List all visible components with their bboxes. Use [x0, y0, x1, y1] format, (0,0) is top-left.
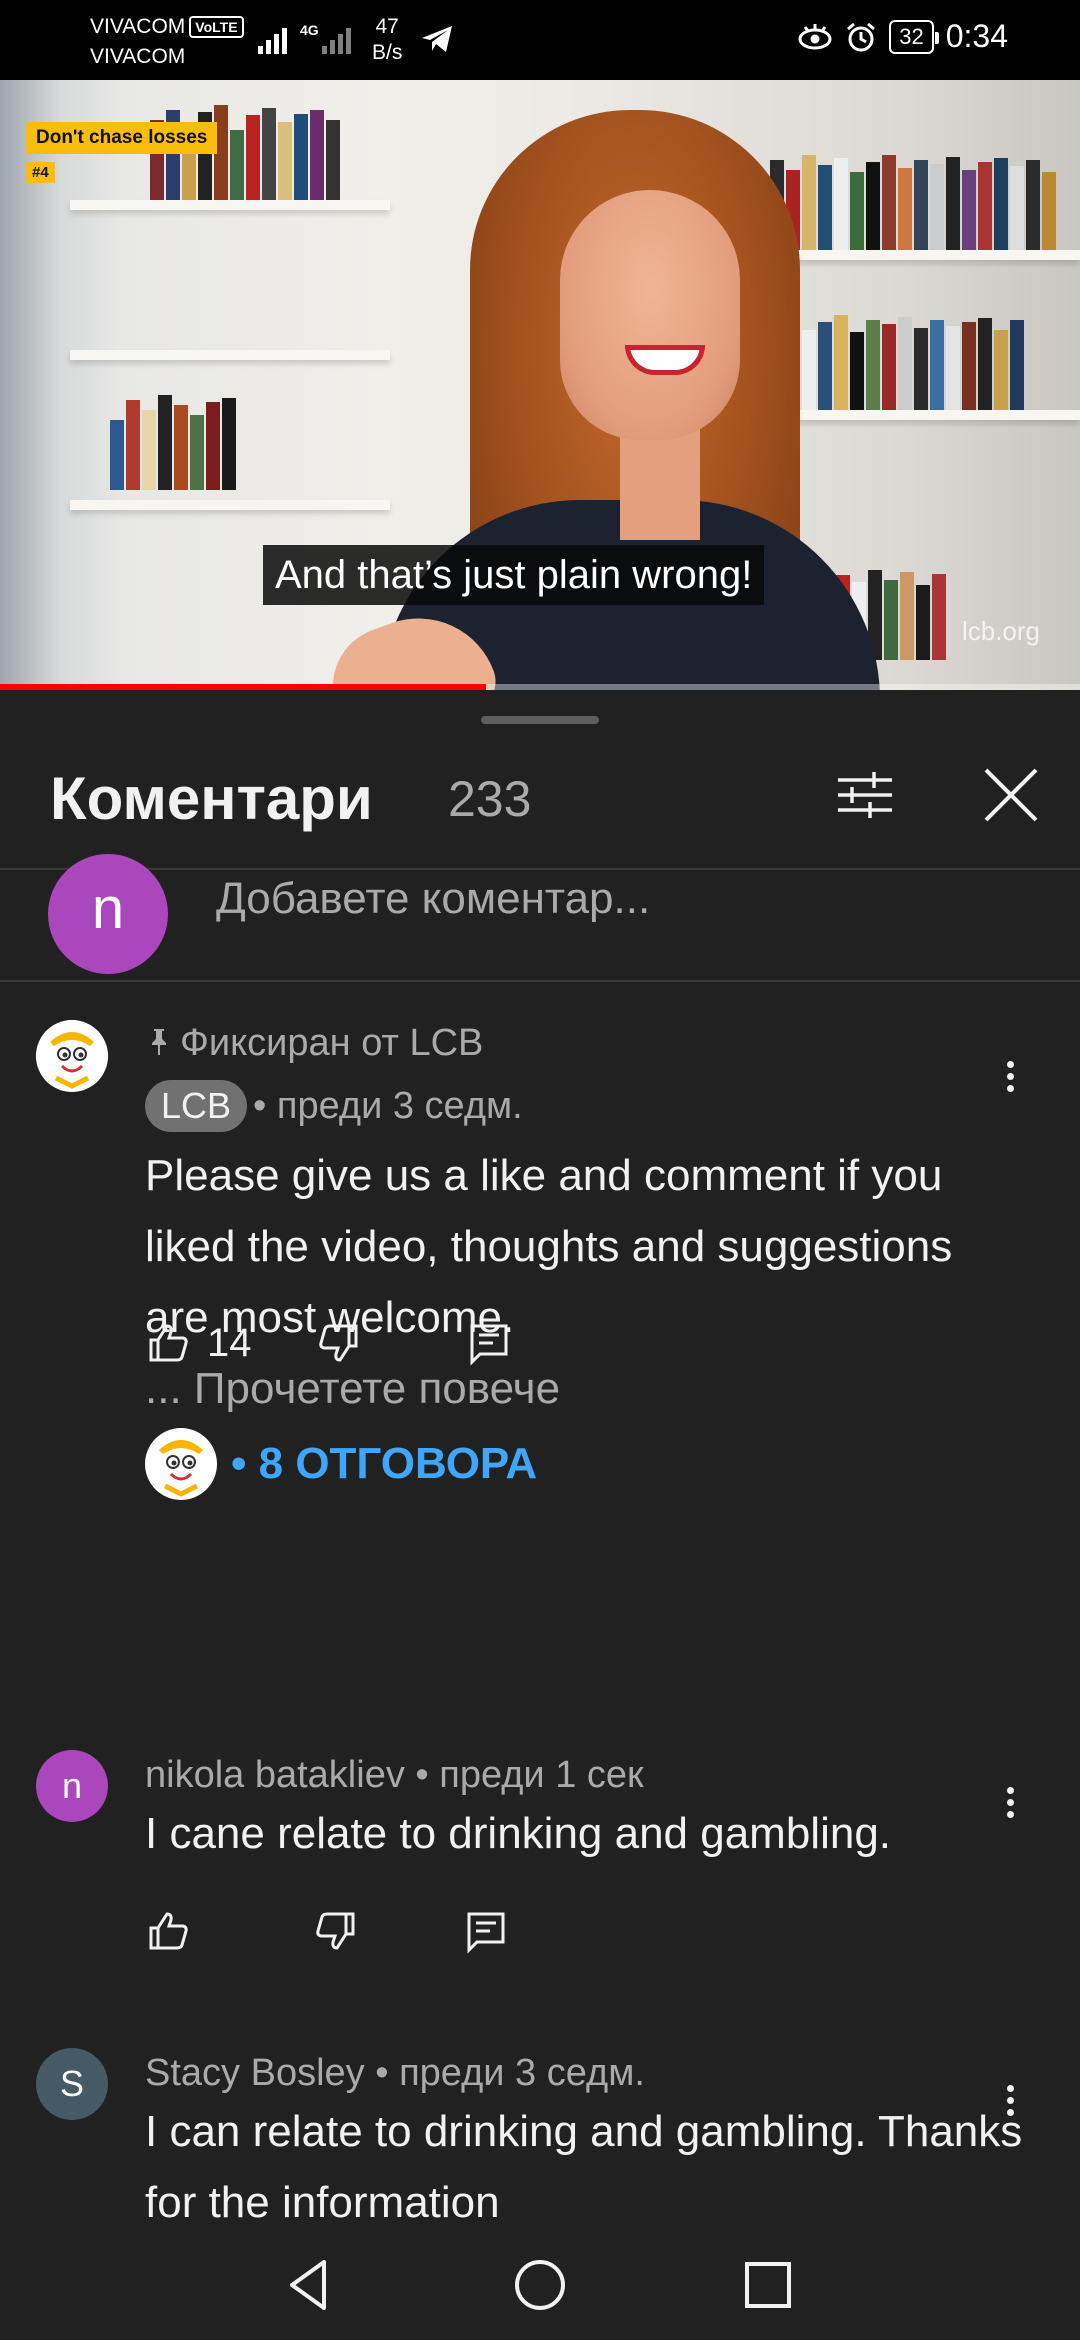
carrier-name-1: VIVACOM [90, 15, 186, 38]
like-icon[interactable] [145, 1908, 191, 1954]
user-avatar: n [48, 854, 168, 974]
battery-indicator: 32 [889, 19, 940, 54]
dislike-icon[interactable] [313, 1908, 359, 1954]
video-tag-number: #4 [26, 162, 55, 183]
mascot-icon [145, 1428, 217, 1500]
view-replies-button[interactable]: • 8 ОТГОВОРА [145, 1428, 537, 1500]
like-icon[interactable] [145, 1320, 191, 1366]
pinned-label: Фиксиран от LCB [180, 1022, 484, 1064]
presenter-face [560, 190, 740, 440]
eye-comfort-icon [798, 23, 832, 49]
commenter-avatar[interactable]: S [36, 2048, 108, 2120]
alarm-icon [847, 22, 876, 51]
clock: 0:34 [945, 18, 1008, 54]
comment-text: I can relate to drinking and gambling. T… [145, 2107, 1023, 2227]
add-comment-input[interactable]: Добавете коментар... [216, 874, 650, 924]
books [770, 150, 1058, 250]
comment-meta: LCB • преди 3 седм. [145, 1080, 523, 1132]
bookshelf [760, 250, 1080, 260]
bookshelf [70, 350, 390, 360]
network-speed: 47 B/s [372, 14, 402, 66]
comment-author-time: nikola batakliev • преди 1 сек [145, 1754, 644, 1796]
drag-handle[interactable] [481, 716, 599, 724]
comment-actions [145, 1908, 509, 1954]
sort-filter-icon[interactable] [830, 760, 900, 830]
signal-icon [258, 24, 287, 54]
books [770, 310, 1026, 410]
close-icon[interactable] [976, 760, 1046, 830]
comments-title: Коментари [50, 765, 373, 832]
pinned-row: Фиксиран от LCB [146, 1022, 483, 1065]
speed-value: 47 [375, 15, 399, 38]
divider [0, 980, 1080, 982]
comment-text-content: Please give us a like and comment if you… [145, 1151, 953, 1342]
comments-count: 233 [448, 771, 532, 827]
comment-time: • преди 3 седм. [253, 1085, 523, 1127]
comment-author-time: Stacy Bosley • преди 3 седм. [145, 2052, 645, 2094]
lcb-mascot-avatar[interactable] [36, 1020, 108, 1092]
carrier-name-2: VIVACOM [90, 45, 186, 68]
pin-icon [152, 1029, 166, 1055]
home-icon[interactable] [507, 2252, 573, 2318]
signal-icon-2 [322, 24, 351, 54]
commenter-avatar[interactable]: n [36, 1750, 108, 1822]
replies-label: • 8 ОТГОВОРА [231, 1439, 538, 1488]
video-watermark: lcb.org [961, 616, 1040, 646]
more-options-icon[interactable] [990, 1056, 1030, 1116]
bookshelf [760, 410, 1080, 420]
comments-sheet: Коментари 233 n Добавете коментар... Фик… [0, 690, 1080, 2230]
dislike-icon[interactable] [316, 1320, 362, 1366]
like-count: 14 [207, 1320, 252, 1365]
comment-text: Please give us a like and comment if you… [145, 1140, 1025, 1424]
books [110, 390, 238, 490]
recents-icon[interactable] [735, 2252, 801, 2318]
status-bar: VIVACOM VoLTE VIVACOM 4G 47 B/s 32 0:34 [0, 0, 1080, 80]
system-navigation-bar [0, 2230, 1080, 2340]
bookshelf [70, 500, 390, 510]
bookshelf [70, 200, 390, 210]
system-icons: 32 0:34 [797, 18, 1008, 55]
reply-icon[interactable] [466, 1320, 512, 1366]
back-icon[interactable] [276, 2252, 342, 2318]
read-more-link[interactable]: ... Прочетете повече [145, 1364, 560, 1413]
reply-icon[interactable] [463, 1908, 509, 1954]
video-player[interactable]: Don't chase losses #4 And that’s just pl… [0, 80, 1080, 690]
volte-badge: VoLTE [189, 16, 244, 39]
author-chip[interactable]: LCB [145, 1080, 248, 1132]
network-type: 4G [300, 22, 319, 38]
video-caption: And that’s just plain wrong! [263, 545, 765, 605]
comment-actions: 14 [145, 1320, 512, 1366]
speed-unit: B/s [372, 41, 403, 64]
divider [0, 868, 1080, 870]
telegram-icon [422, 26, 452, 52]
comment-text: I cane relate to drinking and gambling. [145, 1809, 892, 1858]
carrier-info: VIVACOM VoLTE VIVACOM [90, 12, 244, 72]
mascot-icon [36, 1020, 108, 1092]
video-tag: Don't chase losses [26, 122, 218, 154]
